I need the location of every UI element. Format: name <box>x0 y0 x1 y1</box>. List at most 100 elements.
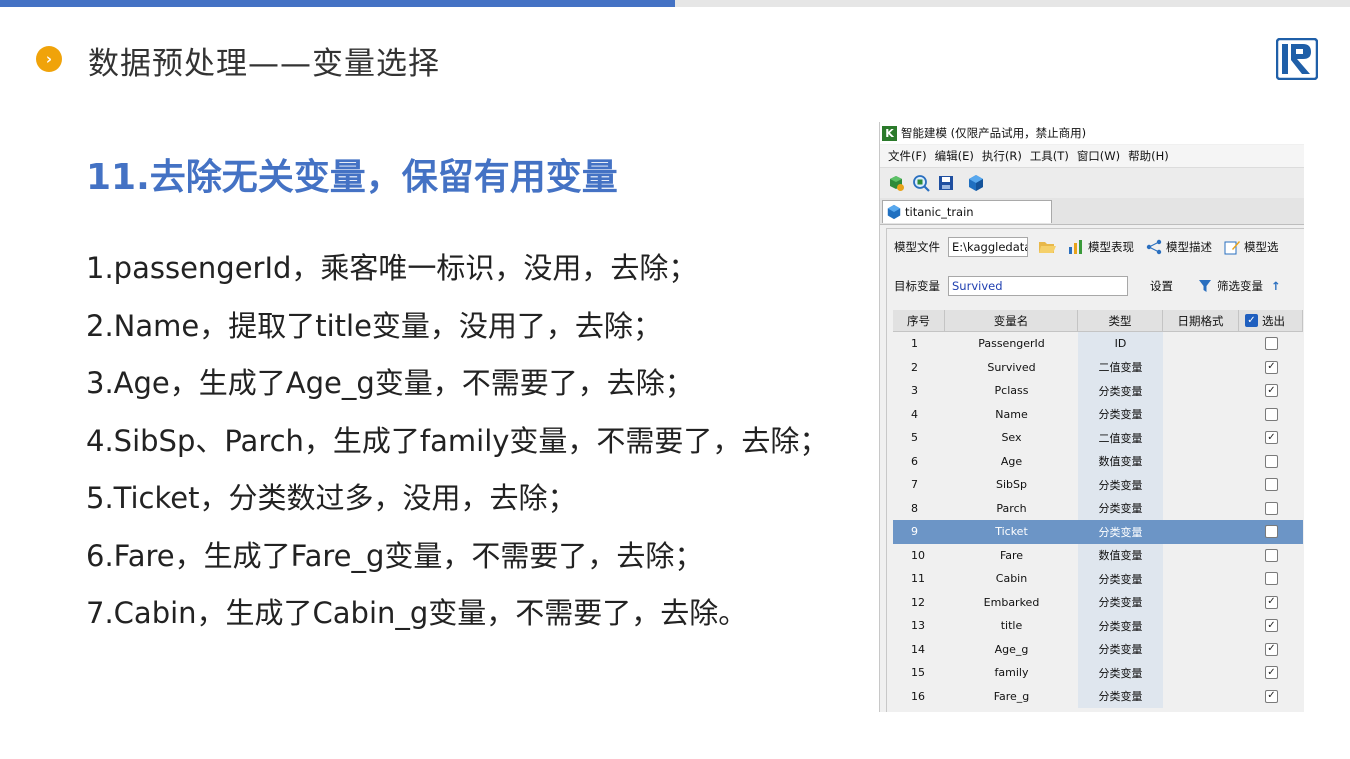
row-select-checkbox[interactable] <box>1265 501 1278 515</box>
table-row[interactable]: 10 Fare 数值变量 <box>893 543 1303 567</box>
row-variable-name: Sex <box>1001 431 1022 445</box>
filter-variables-button[interactable]: 筛选变量 <box>1197 278 1263 294</box>
row-select-checkbox[interactable] <box>1265 525 1278 539</box>
column-header-date[interactable]: 日期格式 <box>1163 310 1239 332</box>
row-date-format <box>1163 356 1239 380</box>
cube-icon <box>887 204 901 220</box>
row-select-checkbox[interactable]: ✓ <box>1265 666 1278 680</box>
model-file-input[interactable]: E:\kaggledata\ <box>948 237 1028 257</box>
table-row[interactable]: 12 Embarked 分类变量 ✓ <box>893 590 1303 615</box>
table-row[interactable]: 14 Age_g 分类变量 ✓ <box>893 637 1303 661</box>
page-title: 数据预处理——变量选择 <box>88 46 440 82</box>
row-select-checkbox[interactable] <box>1265 454 1278 468</box>
row-variable-type: 二值变量 <box>1078 426 1163 450</box>
cube-run-icon[interactable] <box>887 174 905 192</box>
row-select-cell: ✓ <box>1239 661 1303 685</box>
cube-icon[interactable] <box>967 174 985 192</box>
tab-titanic-train[interactable]: titanic_train <box>882 200 1052 223</box>
row-select-checkbox[interactable]: ✓ <box>1265 689 1278 703</box>
row-variable-type: 分类变量 <box>1078 520 1163 544</box>
row-select-cell <box>1239 497 1303 521</box>
row-variable-name: Embarked <box>983 595 1040 609</box>
network-icon <box>1146 239 1162 255</box>
table-row[interactable]: 15 family 分类变量 ✓ <box>893 661 1303 685</box>
row-date-format <box>1163 497 1239 521</box>
column-header-type[interactable]: 类型 <box>1078 310 1163 332</box>
menu-window[interactable]: 窗口(W) <box>1077 148 1120 164</box>
table-row[interactable]: 4 Name 分类变量 <box>893 402 1303 427</box>
table-row[interactable]: 16 Fare_g 分类变量 ✓ <box>893 684 1303 709</box>
arrow-up-icon[interactable]: ↑ <box>1271 279 1281 293</box>
menu-tools[interactable]: 工具(T) <box>1030 148 1069 164</box>
edit-icon <box>1224 239 1240 255</box>
column-header-name[interactable]: 变量名 <box>945 310 1078 332</box>
list-item: 6.Fare，生成了Fare_g变量，不需要了，去除； <box>86 538 704 573</box>
row-date-format <box>1163 332 1239 356</box>
open-folder-button[interactable] <box>1038 239 1056 255</box>
table-row[interactable]: 2 Survived 二值变量 ✓ <box>893 355 1303 380</box>
row-variable-name: Parch <box>996 501 1027 515</box>
row-select-checkbox[interactable] <box>1265 337 1278 351</box>
row-date-format <box>1163 614 1239 638</box>
row-select-checkbox[interactable]: ✓ <box>1265 595 1278 609</box>
row-variable-type: 分类变量 <box>1078 590 1163 614</box>
target-variable-input[interactable]: Survived <box>948 276 1128 296</box>
row-select-checkbox[interactable]: ✓ <box>1265 619 1278 633</box>
row-variable-name: title <box>1000 619 1023 633</box>
table-row[interactable]: 1 PassengerId ID <box>893 332 1303 356</box>
model-file-label: 模型文件 <box>894 240 940 254</box>
table-row[interactable]: 7 SibSp 分类变量 <box>893 473 1303 497</box>
table-row[interactable]: 5 Sex 二值变量 ✓ <box>893 426 1303 450</box>
model-select-button[interactable]: 模型选 <box>1224 239 1279 255</box>
row-select-checkbox[interactable] <box>1265 572 1278 586</box>
row-index: 9 <box>893 520 945 544</box>
menu-run[interactable]: 执行(R) <box>982 148 1022 164</box>
row-variable-type: 分类变量 <box>1078 496 1163 520</box>
row-select-checkbox[interactable] <box>1265 407 1278 421</box>
select-all-checkbox[interactable]: ✓ <box>1245 314 1258 327</box>
row-variable-name: Age_g <box>994 642 1029 656</box>
row-select-checkbox[interactable]: ✓ <box>1265 431 1278 445</box>
row-select-cell <box>1239 403 1303 427</box>
table-row[interactable]: 3 Pclass 分类变量 ✓ <box>893 379 1303 403</box>
settings-button[interactable]: 设置 <box>1150 278 1173 294</box>
row-variable-type: 分类变量 <box>1078 661 1163 685</box>
model-description-button[interactable]: 模型描述 <box>1146 239 1212 255</box>
table-row[interactable]: 13 title 分类变量 ✓ <box>893 614 1303 638</box>
list-item: 5.Ticket，分类数过多，没用，去除； <box>86 481 577 515</box>
row-variable-name: Name <box>995 407 1028 421</box>
column-header-index[interactable]: 序号 <box>893 310 945 332</box>
list-item: 3.Age，生成了Age_g变量，不需要了，去除； <box>86 366 694 400</box>
search-cube-icon[interactable] <box>912 174 930 192</box>
filter-variables-label: 筛选变量 <box>1217 279 1263 293</box>
menu-file[interactable]: 文件(F) <box>888 148 927 164</box>
row-date-format <box>1163 450 1239 474</box>
menu-edit[interactable]: 编辑(E) <box>935 148 974 164</box>
row-variable-name: Survived <box>987 360 1036 374</box>
chevron-right-icon: › <box>36 46 62 72</box>
menu-help[interactable]: 帮助(H) <box>1128 148 1169 164</box>
row-date-format <box>1163 426 1239 450</box>
row-select-checkbox[interactable]: ✓ <box>1265 384 1278 398</box>
row-select-cell: ✓ <box>1239 685 1303 709</box>
row-index: 6 <box>911 454 918 468</box>
row-select-checkbox[interactable] <box>1265 548 1278 562</box>
table-row[interactable]: 8 Parch 分类变量 <box>893 496 1303 521</box>
table-row[interactable]: 9 Ticket 分类变量 <box>893 520 1303 544</box>
model-performance-button[interactable]: 模型表现 <box>1068 239 1134 255</box>
target-variable-row: 目标变量 Survived 设置 筛选变量 ↑ <box>894 273 1304 299</box>
app-logo-icon: K <box>882 125 897 141</box>
row-variable-type: 二值变量 <box>1078 355 1163 379</box>
row-select-checkbox[interactable]: ✓ <box>1265 360 1278 374</box>
row-select-checkbox[interactable]: ✓ <box>1265 642 1278 656</box>
target-variable-label: 目标变量 <box>894 279 940 293</box>
column-header-select[interactable]: ✓ 选出 <box>1239 310 1303 332</box>
table-row[interactable]: 11 Cabin 分类变量 <box>893 567 1303 591</box>
table-row[interactable]: 6 Age 数值变量 <box>893 449 1303 474</box>
row-variable-type: 分类变量 <box>1078 473 1163 497</box>
row-date-format <box>1163 473 1239 497</box>
row-select-cell: ✓ <box>1239 591 1303 615</box>
row-select-checkbox[interactable] <box>1265 478 1278 492</box>
row-index: 16 <box>911 689 925 703</box>
save-icon[interactable] <box>937 174 955 192</box>
